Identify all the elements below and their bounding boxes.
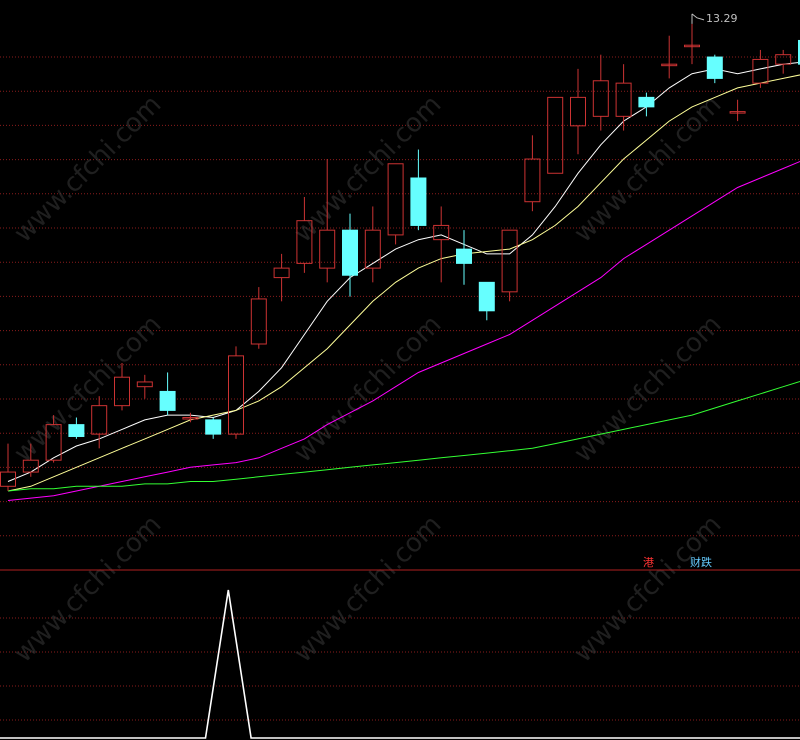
watermark-text: www.cfchi.com bbox=[8, 90, 167, 249]
watermark-text: www.cfchi.com bbox=[568, 510, 727, 669]
indicator-label-caidie: 财跌 bbox=[690, 555, 712, 569]
candle bbox=[638, 92, 655, 117]
candle-body bbox=[136, 381, 153, 388]
candle-body bbox=[592, 80, 609, 117]
candle bbox=[159, 372, 176, 416]
watermark-text: www.cfchi.com bbox=[288, 510, 447, 669]
watermark-text: www.cfchi.com bbox=[8, 310, 167, 469]
candle-body bbox=[615, 82, 632, 117]
candle-body bbox=[638, 96, 655, 108]
stock-chart: www.cfchi.com www.cfchi.com www.cfchi.com w… bbox=[0, 0, 800, 740]
candle bbox=[136, 374, 153, 399]
candle bbox=[205, 417, 222, 439]
candle bbox=[775, 49, 792, 74]
candle bbox=[684, 23, 700, 65]
candle bbox=[364, 206, 381, 283]
candle-body bbox=[775, 54, 792, 65]
candle-body bbox=[524, 158, 541, 203]
watermark-layer: www.cfchi.com www.cfchi.com www.cfchi.com w… bbox=[8, 90, 727, 669]
candle-body bbox=[273, 267, 290, 279]
annotations: 13.29 bbox=[691, 12, 738, 25]
candle-body bbox=[91, 405, 108, 435]
candle-body bbox=[250, 298, 267, 345]
candle bbox=[387, 163, 404, 245]
candle-body bbox=[410, 177, 427, 226]
watermark-text: www.cfchi.com bbox=[8, 510, 167, 669]
candle-body bbox=[159, 390, 176, 411]
high-price-label: 13.29 bbox=[706, 12, 738, 25]
candle bbox=[273, 253, 290, 302]
indicator-line-0 bbox=[0, 589, 800, 739]
candle-body bbox=[387, 163, 404, 236]
candle-body bbox=[547, 96, 564, 174]
candle bbox=[547, 96, 564, 174]
candle bbox=[478, 281, 495, 321]
watermark-text: www.cfchi.com bbox=[568, 310, 727, 469]
candle-body bbox=[228, 355, 244, 435]
ma-line-3 bbox=[7, 380, 800, 492]
indicator-label-gang: 港 bbox=[643, 556, 654, 569]
candle-body bbox=[114, 376, 130, 407]
candle-body bbox=[706, 56, 723, 79]
candle bbox=[410, 149, 427, 231]
candle bbox=[182, 412, 199, 423]
high-marker-icon bbox=[691, 13, 705, 24]
candle bbox=[706, 54, 723, 84]
chart-canvas: www.cfchi.com www.cfchi.com www.cfchi.com w… bbox=[0, 12, 800, 739]
candle bbox=[501, 229, 518, 302]
candle bbox=[615, 64, 632, 131]
candle-body bbox=[456, 248, 472, 264]
candle bbox=[524, 135, 541, 212]
candle-body bbox=[752, 58, 769, 84]
candle bbox=[228, 346, 244, 439]
candle-body bbox=[342, 229, 358, 276]
candle-body bbox=[205, 419, 222, 435]
candle-body bbox=[570, 96, 586, 127]
candlestick-series bbox=[0, 23, 800, 492]
candle bbox=[729, 99, 746, 122]
indicator-panel: 港 财跌 bbox=[0, 555, 800, 739]
candle bbox=[433, 206, 450, 283]
candle bbox=[342, 213, 358, 297]
candle bbox=[456, 230, 472, 285]
watermark-text: www.cfchi.com bbox=[288, 310, 447, 469]
candle bbox=[570, 68, 586, 155]
candle-body bbox=[478, 281, 495, 312]
candle bbox=[592, 54, 609, 131]
candle-body bbox=[68, 424, 85, 437]
candle-body bbox=[501, 229, 518, 293]
watermark-text: www.cfchi.com bbox=[568, 90, 727, 249]
